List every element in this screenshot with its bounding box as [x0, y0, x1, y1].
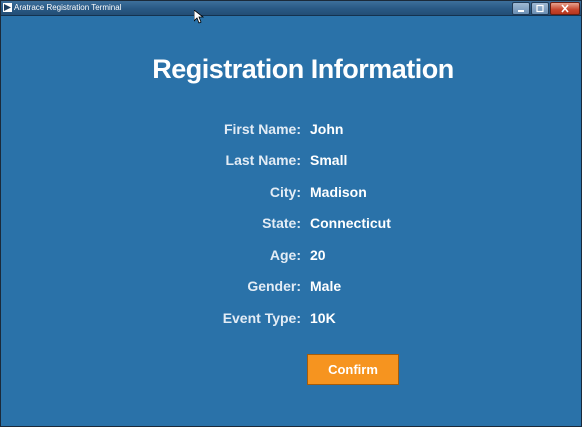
- field-label: First Name:: [223, 121, 301, 137]
- window-title: Aratrace Registration Terminal: [14, 3, 122, 12]
- field-row-last-name: Last Name: Small: [1, 150, 581, 170]
- confirm-button[interactable]: Confirm: [307, 354, 399, 385]
- app-icon: [3, 3, 12, 12]
- field-row-city: City: Madison: [1, 182, 581, 202]
- field-value: Male: [310, 278, 342, 294]
- field-row-event-type: Event Type: 10K: [1, 308, 581, 328]
- field-row-state: State: Connecticut: [1, 213, 581, 233]
- title-bar[interactable]: Aratrace Registration Terminal: [1, 1, 581, 16]
- field-row-age: Age: 20: [1, 245, 581, 265]
- close-button[interactable]: [550, 2, 580, 15]
- field-value: Small: [310, 152, 348, 168]
- mouse-pointer-icon: [194, 10, 204, 24]
- registration-panel: Registration Information First Name: Joh…: [1, 16, 581, 426]
- minimize-button[interactable]: [512, 2, 530, 15]
- page-title: Registration Information: [152, 54, 454, 84]
- field-label: City:: [269, 184, 301, 200]
- field-row-first-name: First Name: John: [1, 119, 581, 139]
- field-label: Event Type:: [222, 310, 301, 326]
- field-value: Connecticut: [310, 215, 391, 231]
- window-controls: [512, 2, 580, 15]
- field-row-gender: Gender: Male: [1, 276, 581, 296]
- field-value: 20: [310, 247, 326, 263]
- field-label: State:: [262, 215, 301, 231]
- maximize-icon: [536, 4, 544, 13]
- close-icon: [561, 4, 569, 13]
- field-value: 10K: [310, 310, 336, 326]
- field-label: Gender:: [247, 278, 301, 294]
- field-label: Age:: [269, 247, 301, 263]
- app-window: Aratrace Registration Terminal Registrat…: [0, 0, 582, 427]
- field-value: Madison: [310, 184, 367, 200]
- field-label: Last Name:: [225, 152, 301, 168]
- field-value: John: [310, 121, 344, 137]
- maximize-button[interactable]: [531, 2, 549, 15]
- minimize-icon: [518, 10, 524, 12]
